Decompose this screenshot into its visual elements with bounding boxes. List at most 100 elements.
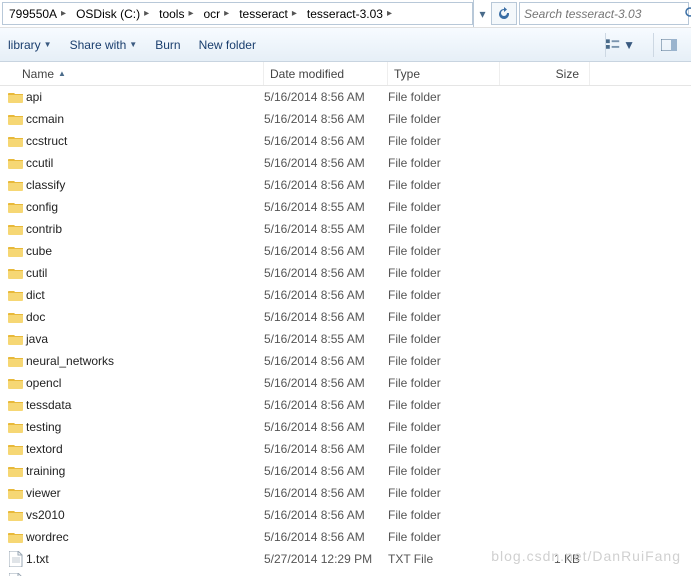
folder-icon bbox=[8, 354, 24, 368]
item-icon bbox=[0, 486, 24, 500]
list-item[interactable]: dict5/16/2014 8:56 AMFile folder bbox=[0, 284, 691, 306]
item-icon bbox=[0, 354, 24, 368]
item-name: neural_networks bbox=[24, 354, 264, 368]
list-item[interactable]: cutil5/16/2014 8:56 AMFile folder bbox=[0, 262, 691, 284]
item-icon bbox=[0, 530, 24, 544]
list-item[interactable]: tessdata5/16/2014 8:56 AMFile folder bbox=[0, 394, 691, 416]
list-item[interactable]: aclocal.m42/5/2014 8:03 AMM4 File338 KB bbox=[0, 570, 691, 576]
item-icon bbox=[0, 90, 24, 104]
item-type: File folder bbox=[388, 354, 500, 368]
chevron-down-icon: ▼ bbox=[44, 40, 52, 49]
list-item[interactable]: api5/16/2014 8:56 AMFile folder bbox=[0, 86, 691, 108]
file-list[interactable]: api5/16/2014 8:56 AMFile folderccmain5/1… bbox=[0, 86, 691, 576]
item-name: 1.txt bbox=[24, 552, 264, 566]
folder-icon bbox=[8, 508, 24, 522]
item-type: File folder bbox=[388, 90, 500, 104]
column-date[interactable]: Date modified bbox=[264, 62, 388, 85]
chevron-right-icon: ▸ bbox=[292, 8, 297, 19]
item-type: File folder bbox=[388, 222, 500, 236]
breadcrumb[interactable]: 799550A▸OSDisk (C:)▸tools▸ocr▸tesseract▸… bbox=[2, 2, 473, 25]
list-item[interactable]: training5/16/2014 8:56 AMFile folder bbox=[0, 460, 691, 482]
include-in-library-button[interactable]: library ▼ bbox=[8, 38, 52, 52]
list-item[interactable]: wordrec5/16/2014 8:56 AMFile folder bbox=[0, 526, 691, 548]
item-date: 5/16/2014 8:56 AM bbox=[264, 398, 388, 412]
breadcrumb-segment[interactable]: tools▸ bbox=[153, 3, 197, 24]
search-input[interactable] bbox=[520, 7, 685, 21]
item-icon bbox=[0, 288, 24, 302]
item-name: api bbox=[24, 90, 264, 104]
search-box[interactable] bbox=[519, 2, 689, 25]
folder-icon bbox=[8, 266, 24, 280]
item-name: classify bbox=[24, 178, 264, 192]
item-icon bbox=[0, 376, 24, 390]
breadcrumb-segment[interactable]: tesseract▸ bbox=[233, 3, 301, 24]
list-item[interactable]: 1.txt5/27/2014 12:29 PMTXT File1 KB bbox=[0, 548, 691, 570]
item-date: 5/16/2014 8:56 AM bbox=[264, 310, 388, 324]
item-type: File folder bbox=[388, 486, 500, 500]
folder-icon bbox=[8, 178, 24, 192]
item-type: File folder bbox=[388, 156, 500, 170]
view-options-button[interactable]: ▼ bbox=[605, 33, 635, 57]
list-item[interactable]: opencl5/16/2014 8:56 AMFile folder bbox=[0, 372, 691, 394]
preview-pane-icon bbox=[661, 39, 677, 51]
column-type[interactable]: Type bbox=[388, 62, 500, 85]
list-item[interactable]: ccstruct5/16/2014 8:56 AMFile folder bbox=[0, 130, 691, 152]
list-item[interactable]: doc5/16/2014 8:56 AMFile folder bbox=[0, 306, 691, 328]
item-type: TXT File bbox=[388, 552, 500, 566]
folder-icon bbox=[8, 332, 24, 346]
list-item[interactable]: cube5/16/2014 8:56 AMFile folder bbox=[0, 240, 691, 262]
item-type: File folder bbox=[388, 200, 500, 214]
search-icon[interactable] bbox=[685, 7, 691, 20]
item-date: 5/16/2014 8:56 AM bbox=[264, 244, 388, 258]
item-type: File folder bbox=[388, 530, 500, 544]
list-item[interactable]: config5/16/2014 8:55 AMFile folder bbox=[0, 196, 691, 218]
breadcrumb-segment[interactable]: OSDisk (C:) ▸ bbox=[70, 3, 153, 24]
breadcrumb-label: OSDisk (C:) bbox=[76, 7, 140, 21]
chevron-right-icon: ▸ bbox=[224, 8, 229, 19]
item-date: 5/16/2014 8:56 AM bbox=[264, 288, 388, 302]
item-type: File folder bbox=[388, 134, 500, 148]
item-date: 5/16/2014 8:56 AM bbox=[264, 442, 388, 456]
breadcrumb-segment[interactable]: ocr▸ bbox=[198, 3, 234, 24]
item-type: File folder bbox=[388, 112, 500, 126]
item-date: 5/16/2014 8:56 AM bbox=[264, 508, 388, 522]
list-item[interactable]: contrib5/16/2014 8:55 AMFile folder bbox=[0, 218, 691, 240]
new-folder-button[interactable]: New folder bbox=[199, 38, 256, 52]
list-item[interactable]: vs20105/16/2014 8:56 AMFile folder bbox=[0, 504, 691, 526]
chevron-right-icon: ▸ bbox=[188, 8, 193, 19]
share-with-button[interactable]: Share with ▼ bbox=[70, 38, 138, 52]
list-item[interactable]: neural_networks5/16/2014 8:56 AMFile fol… bbox=[0, 350, 691, 372]
refresh-button[interactable] bbox=[491, 2, 517, 25]
chevron-right-icon: ▸ bbox=[61, 8, 66, 19]
chevron-right-icon: ▸ bbox=[144, 8, 149, 19]
item-icon bbox=[0, 156, 24, 170]
folder-icon bbox=[8, 90, 24, 104]
breadcrumb-label: 799550A bbox=[9, 7, 57, 21]
folder-icon bbox=[8, 222, 24, 236]
item-name: opencl bbox=[24, 376, 264, 390]
list-item[interactable]: viewer5/16/2014 8:56 AMFile folder bbox=[0, 482, 691, 504]
list-item[interactable]: textord5/16/2014 8:56 AMFile folder bbox=[0, 438, 691, 460]
folder-icon bbox=[8, 398, 24, 412]
item-type: File folder bbox=[388, 244, 500, 258]
folder-icon bbox=[8, 244, 24, 258]
column-size[interactable]: Size bbox=[500, 62, 590, 85]
burn-button[interactable]: Burn bbox=[155, 38, 180, 52]
folder-icon bbox=[8, 530, 24, 544]
preview-pane-button[interactable] bbox=[653, 33, 683, 57]
item-type: File folder bbox=[388, 420, 500, 434]
item-icon bbox=[0, 222, 24, 236]
breadcrumb-segment[interactable]: tesseract-3.03▸ bbox=[301, 3, 396, 24]
column-name[interactable]: Name▲ bbox=[0, 62, 264, 85]
item-type: File folder bbox=[388, 332, 500, 346]
breadcrumb-segment[interactable]: 799550A ▸ bbox=[3, 3, 70, 24]
list-item[interactable]: classify5/16/2014 8:56 AMFile folder bbox=[0, 174, 691, 196]
item-name: vs2010 bbox=[24, 508, 264, 522]
list-item[interactable]: ccmain5/16/2014 8:56 AMFile folder bbox=[0, 108, 691, 130]
item-name: ccstruct bbox=[24, 134, 264, 148]
list-item[interactable]: java5/16/2014 8:55 AMFile folder bbox=[0, 328, 691, 350]
address-dropdown[interactable]: ▾ bbox=[473, 0, 491, 27]
list-item[interactable]: ccutil5/16/2014 8:56 AMFile folder bbox=[0, 152, 691, 174]
list-item[interactable]: testing5/16/2014 8:56 AMFile folder bbox=[0, 416, 691, 438]
item-icon bbox=[0, 310, 24, 324]
